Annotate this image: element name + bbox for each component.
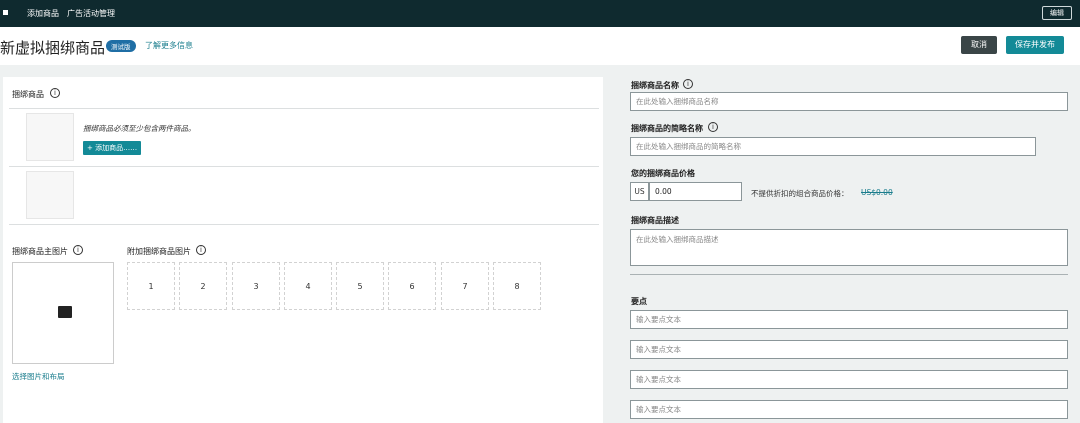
bundle-products-label: 捆绑商品 xyxy=(12,90,44,99)
bundle-name-input[interactable]: 在此处输入捆绑商品名称 xyxy=(630,92,1068,111)
key-point-input-3[interactable]: 输入要点文本 xyxy=(630,370,1068,389)
description-label: 捆绑商品描述 xyxy=(631,216,679,225)
currency-prefix: US xyxy=(630,182,649,201)
short-name-input[interactable]: 在此处输入捆绑商品的简略名称 xyxy=(630,137,1036,156)
info-icon[interactable]: i xyxy=(196,245,206,255)
divider xyxy=(9,108,599,109)
product-thumbnail xyxy=(26,171,74,219)
key-points-label: 要点 xyxy=(631,297,647,306)
image-slot-1[interactable]: 1 xyxy=(127,262,175,310)
left-panel: 捆绑商品 i 捆绑商品必须至少包含两件商品。 + 添加商品…… 捆绑商品主图片 … xyxy=(3,77,603,423)
nav-add-product[interactable]: 添加商品 xyxy=(27,8,59,19)
info-icon[interactable]: i xyxy=(73,245,83,255)
save-publish-button[interactable]: 保存并发布 xyxy=(1006,36,1064,54)
beta-badge: 测试版 xyxy=(106,40,136,52)
product-thumbnail xyxy=(26,113,74,161)
divider xyxy=(9,166,599,167)
image-slot-2[interactable]: 2 xyxy=(179,262,227,310)
main-image-upload[interactable] xyxy=(12,262,114,364)
description-textarea[interactable]: 在此处输入捆绑商品描述 xyxy=(630,229,1068,266)
key-point-input-2[interactable]: 输入要点文本 xyxy=(630,340,1068,359)
divider xyxy=(630,274,1068,275)
page-title: 新虚拟捆绑商品 xyxy=(0,39,106,57)
edit-button[interactable]: 编辑 xyxy=(1042,6,1072,20)
image-slot-8[interactable]: 8 xyxy=(493,262,541,310)
bundle-name-label: 捆绑商品名称 xyxy=(631,81,679,90)
divider xyxy=(9,224,599,225)
menu-icon[interactable] xyxy=(3,10,8,15)
top-nav-bar: 添加商品 广告活动管理 编辑 xyxy=(0,0,1080,27)
image-slot-5[interactable]: 5 xyxy=(336,262,384,310)
info-icon[interactable]: i xyxy=(708,122,718,132)
bundle-hint-text: 捆绑商品必须至少包含两件商品。 xyxy=(83,124,196,133)
price-input[interactable]: 0.00 xyxy=(649,182,742,201)
image-slot-4[interactable]: 4 xyxy=(284,262,332,310)
image-slot-7[interactable]: 7 xyxy=(441,262,489,310)
main-image-label: 捆绑商品主图片 xyxy=(12,247,68,256)
price-label: 您的捆绑商品价格 xyxy=(631,169,695,178)
key-point-input-4[interactable]: 输入要点文本 xyxy=(630,400,1068,419)
image-icon xyxy=(58,306,72,318)
page-header: 新虚拟捆绑商品 测试版 了解更多信息 取消 保存并发布 xyxy=(0,27,1080,65)
extra-images-label: 附加捆绑商品图片 xyxy=(127,247,191,256)
image-slot-3[interactable]: 3 xyxy=(232,262,280,310)
nav-campaign-manager[interactable]: 广告活动管理 xyxy=(67,8,115,19)
info-icon[interactable]: i xyxy=(683,79,693,89)
choose-image-layout-link[interactable]: 选择图片和布局 xyxy=(12,371,65,382)
learn-more-link[interactable]: 了解更多信息 xyxy=(145,40,193,51)
cancel-button[interactable]: 取消 xyxy=(961,36,997,54)
no-discount-price: US$0.00 xyxy=(861,188,893,197)
right-panel: 捆绑商品名称 i 在此处输入捆绑商品名称 捆绑商品的简略名称 i 在此处输入捆绑… xyxy=(624,77,1080,423)
add-product-button[interactable]: + 添加商品…… xyxy=(83,141,142,155)
short-name-label: 捆绑商品的简略名称 xyxy=(631,124,703,133)
key-point-input-1[interactable]: 输入要点文本 xyxy=(630,310,1068,329)
no-discount-label: 不提供折扣的组合商品价格： xyxy=(751,189,849,198)
image-slot-6[interactable]: 6 xyxy=(388,262,436,310)
info-icon[interactable]: i xyxy=(50,88,60,98)
